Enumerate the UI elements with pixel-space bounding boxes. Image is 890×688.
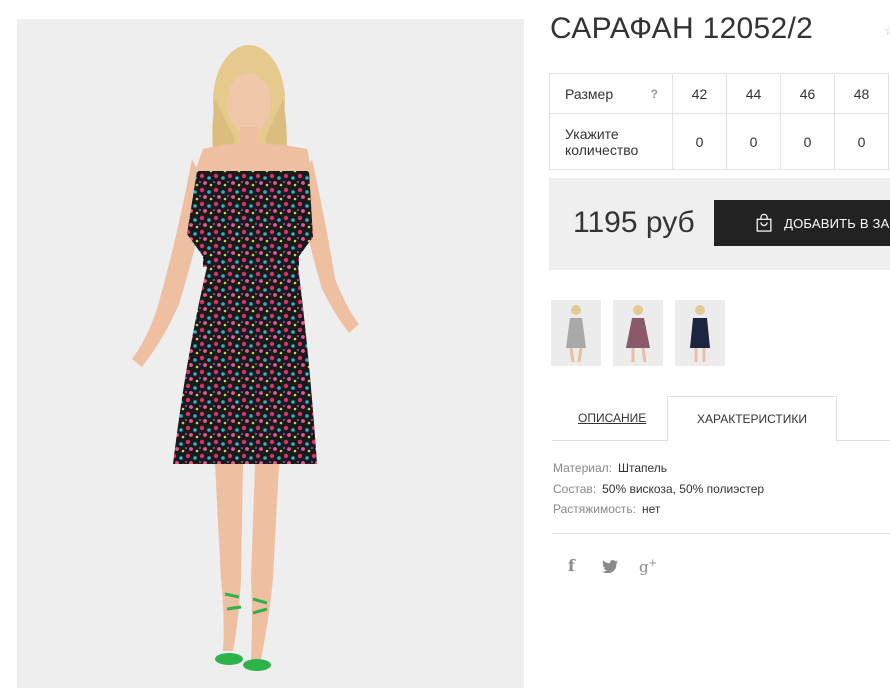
price-panel: 1195 руб ДОБАВИТЬ В ЗАКАЗ: [549, 178, 890, 270]
quantity-cell: 0: [672, 113, 727, 170]
characteristics-list: Материал: Штапель Состав: 50% вискоза, 50%…: [553, 458, 764, 520]
facebook-icon[interactable]: f: [568, 558, 575, 574]
size-option: 46: [780, 73, 835, 114]
thumbnail-image: [566, 305, 586, 363]
shopping-bag-icon: [756, 213, 772, 232]
quantity-cell: 0: [726, 113, 781, 170]
product-main-photo[interactable]: [17, 19, 524, 688]
model-illustration: [132, 45, 359, 671]
twitter-bird-shape: [602, 560, 618, 574]
tab-description[interactable]: ОПИСАНИЕ: [578, 411, 646, 425]
thumbnail-image: [690, 305, 710, 362]
size-option: 44: [726, 73, 781, 114]
characteristic-key: Растяжимость:: [553, 502, 637, 516]
characteristic-value: Штапель: [617, 461, 668, 475]
quantity-input[interactable]: 0: [847, 134, 877, 150]
size-option: 42: [672, 73, 727, 114]
tab-characteristics[interactable]: ХАРАКТЕРИСТИКИ: [667, 396, 837, 442]
characteristic-row: Материал: Штапель: [553, 458, 764, 479]
size-label: Размер: [565, 85, 614, 102]
help-icon[interactable]: ?: [651, 86, 658, 102]
thumbnail-2[interactable]: [613, 300, 663, 366]
characteristic-value: 50% вискоза, 50% полиэстер: [602, 481, 765, 496]
characteristic-value: нет: [642, 502, 661, 516]
star-icon[interactable]: ☆: [884, 24, 890, 37]
thumbnail-3[interactable]: [675, 300, 725, 366]
quantity-input[interactable]: 0: [685, 134, 715, 150]
google-plus-letter: g: [639, 558, 649, 576]
price: 1195 руб: [573, 206, 695, 239]
section-divider: [552, 533, 890, 534]
google-plus-icon[interactable]: g+: [639, 559, 657, 575]
twitter-icon[interactable]: [602, 560, 618, 577]
quantity-cell: 0: [780, 113, 835, 170]
characteristic-row: Состав: 50% вискоза, 50% полиэстер: [553, 479, 764, 500]
quantity-cell: 0: [834, 113, 889, 170]
quantity-input[interactable]: 0: [793, 134, 823, 150]
thumbnail-1[interactable]: [551, 300, 601, 366]
thumbnail-image: [626, 305, 650, 363]
size-table: Размер ? 42 44 46 48 Укажите количество …: [549, 73, 889, 170]
product-title: САРАФАН 12052/2: [550, 12, 814, 45]
characteristic-key: Материал:: [553, 461, 612, 475]
characteristic-row: Растяжимость: нет: [553, 499, 764, 520]
add-to-cart-label: ДОБАВИТЬ В ЗАКАЗ: [784, 215, 890, 231]
size-label-cell: Размер ?: [549, 73, 673, 114]
quantity-label: Укажите количество: [549, 113, 673, 170]
add-to-cart-button[interactable]: ДОБАВИТЬ В ЗАКАЗ: [714, 200, 890, 246]
google-plus-sign: +: [648, 558, 657, 569]
characteristic-key: Состав:: [553, 481, 597, 496]
quantity-input[interactable]: 0: [739, 134, 769, 150]
size-option: 48: [834, 73, 889, 114]
